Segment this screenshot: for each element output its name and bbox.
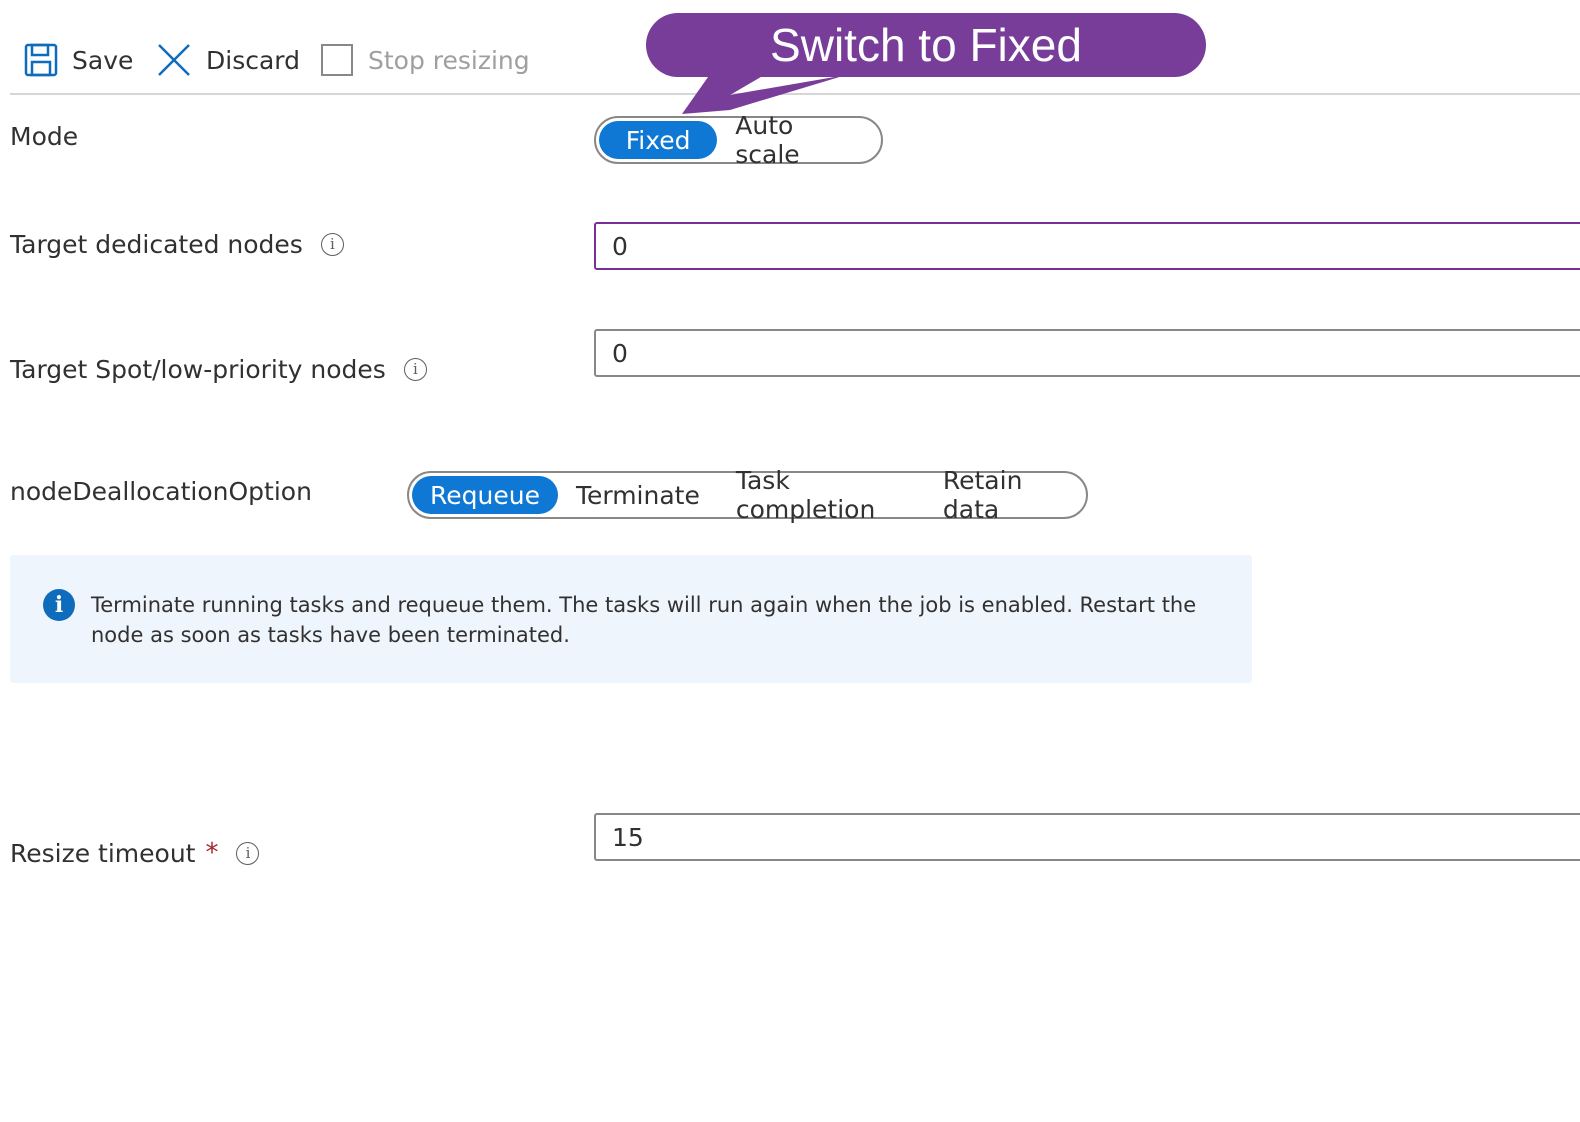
mode-toggle[interactable]: Fixed Auto scale — [594, 111, 883, 169]
info-filled-icon: i — [43, 589, 75, 621]
resize-timeout-label-text: Resize timeout — [10, 838, 196, 868]
dealloc-option-task-completion[interactable]: Task completion — [718, 466, 925, 524]
checkbox-icon — [321, 44, 353, 76]
dealloc-label: nodeDeallocationOption — [10, 475, 312, 507]
spot-nodes-label: Target Spot/low-priority nodes i — [10, 353, 427, 385]
spot-nodes-input[interactable] — [594, 329, 1580, 377]
info-message-bar: i Terminate running tasks and requeue th… — [10, 555, 1252, 683]
callout-annotation: Switch to Fixed — [646, 13, 1206, 77]
dedicated-nodes-input[interactable] — [594, 222, 1580, 270]
mode-option-fixed[interactable]: Fixed — [599, 121, 718, 159]
save-button[interactable]: Save — [24, 40, 133, 80]
dealloc-toggle[interactable]: Requeue Terminate Task completion Retain… — [407, 466, 1088, 524]
save-label: Save — [72, 45, 134, 75]
dealloc-label-text: nodeDeallocationOption — [10, 476, 312, 506]
mode-label-text: Mode — [10, 121, 79, 151]
stop-resizing-label: Stop resizing — [368, 45, 530, 75]
save-icon — [24, 43, 58, 77]
info-circle-icon[interactable]: i — [320, 232, 344, 256]
mode-label: Mode — [10, 120, 78, 152]
spot-nodes-label-text: Target Spot/low-priority nodes — [10, 354, 386, 384]
resize-timeout-label: Resize timeout * i — [10, 837, 260, 869]
info-circle-icon[interactable]: i — [403, 357, 427, 381]
dealloc-option-retain-data[interactable]: Retain data — [925, 466, 1083, 524]
required-mark: * — [205, 838, 219, 868]
info-circle-icon[interactable]: i — [236, 841, 260, 865]
dealloc-option-terminate[interactable]: Terminate — [558, 476, 718, 514]
stop-resizing-button[interactable]: Stop resizing — [320, 40, 530, 80]
close-icon — [158, 44, 190, 76]
dealloc-option-requeue[interactable]: Requeue — [412, 476, 558, 514]
info-message-text: Terminate running tasks and requeue them… — [91, 593, 1197, 647]
mode-option-autoscale[interactable]: Auto scale — [717, 111, 878, 169]
discard-button[interactable]: Discard — [156, 40, 300, 80]
dedicated-nodes-label-text: Target dedicated nodes — [10, 229, 303, 259]
resize-timeout-input[interactable] — [594, 813, 1580, 861]
dedicated-nodes-label: Target dedicated nodes i — [10, 228, 344, 260]
discard-label: Discard — [206, 45, 300, 75]
